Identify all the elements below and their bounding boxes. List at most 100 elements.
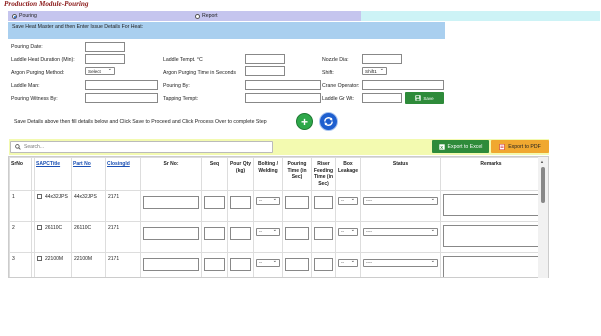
grid-scrollbar[interactable]: ▲ <box>538 157 548 278</box>
cell-srno: 2 <box>9 221 32 253</box>
header-pour-qty: Pour Qty (kg) <box>227 157 254 191</box>
add-row-button[interactable]: + <box>296 113 313 130</box>
seq-input[interactable] <box>204 227 225 240</box>
riser-time-input[interactable] <box>314 227 333 240</box>
header-sr-no: Sr No: <box>140 157 202 191</box>
argon-purging-method-select[interactable]: Select <box>85 66 115 75</box>
table-row: 3 22100M 22100M 2171 -- -- ---- <box>9 252 542 277</box>
argon-purging-time-input[interactable] <box>245 66 285 76</box>
header-pouring-time: Pouring Time (in Sec) <box>282 157 312 191</box>
laddle-tempt-label: Laddle Tempt. °C <box>163 57 203 63</box>
table-row: 1 44x32JPS 44x32JPS 2171 -- -- ---- <box>9 190 542 222</box>
box-leakage-select[interactable]: -- <box>338 196 358 205</box>
export-excel-button[interactable]: X Export to Excel <box>432 140 489 153</box>
cell-partno: 22100M <box>71 252 106 277</box>
remarks-textarea[interactable] <box>443 256 539 277</box>
pouring-witness-by-input[interactable] <box>85 93 158 103</box>
radio-pouring[interactable]: Pouring <box>12 13 37 19</box>
scroll-up-icon[interactable]: ▲ <box>540 159 544 164</box>
export-pdf-label: Export to PDF <box>508 143 541 150</box>
search-placeholder: Search... <box>24 144 45 150</box>
cell-closingid: 2171 <box>105 190 141 222</box>
shift-label: Shift: <box>322 70 334 76</box>
status-select[interactable]: ---- <box>363 196 438 205</box>
cell-sapctitle: 22100M <box>45 256 64 262</box>
pour-qty-input[interactable] <box>230 196 251 209</box>
row-checkbox[interactable] <box>37 225 42 231</box>
search-input[interactable]: Search... <box>10 141 273 153</box>
bolting-select[interactable]: -- <box>256 227 280 236</box>
laddle-gr-wt-input[interactable] <box>362 93 402 103</box>
plus-icon: + <box>300 114 308 129</box>
sr-no-input[interactable] <box>143 196 199 209</box>
status-select[interactable]: ---- <box>363 258 438 267</box>
export-pdf-button[interactable]: Export to PDF <box>491 140 549 153</box>
info-text: Save Heat Master and then Enter Issue De… <box>12 24 144 30</box>
laddle-heat-duration-input[interactable] <box>85 54 125 64</box>
table-header-row: SrNo SAPCTitle Part No ClosingId Sr No: … <box>9 157 542 191</box>
remarks-textarea[interactable] <box>443 225 539 247</box>
laddle-gr-wt-label: Laddle Gr Wt: <box>322 96 355 102</box>
scrollbar-thumb[interactable] <box>541 167 545 203</box>
laddle-man-input[interactable] <box>85 80 158 90</box>
riser-time-input[interactable] <box>314 258 333 271</box>
header-sapctitle[interactable]: SAPCTitle <box>34 157 72 191</box>
sr-no-input[interactable] <box>143 227 199 240</box>
remarks-textarea[interactable] <box>443 194 539 216</box>
nozzle-dia-input[interactable] <box>362 54 402 64</box>
pouring-time-input[interactable] <box>285 258 309 271</box>
refresh-icon <box>324 117 333 126</box>
pour-qty-input[interactable] <box>230 258 251 271</box>
table-row: 2 26110C 26110C 2171 -- -- ---- <box>9 221 542 253</box>
pouring-by-input[interactable] <box>245 80 321 90</box>
mode-bar: Pouring Report <box>8 11 600 21</box>
header-status: Status <box>360 157 441 191</box>
header-bolting: Bolting / Welding <box>253 157 283 191</box>
radio-report-label: Report <box>202 13 218 19</box>
box-leakage-select[interactable]: -- <box>338 227 358 236</box>
cell-partno: 26110C <box>71 221 106 253</box>
box-leakage-select[interactable]: -- <box>338 258 358 267</box>
riser-time-input[interactable] <box>314 196 333 209</box>
production-table: SrNo SAPCTitle Part No ClosingId Sr No: … <box>9 157 542 277</box>
cell-sapctitle: 44x32JPS <box>45 194 68 200</box>
pdf-icon <box>499 143 505 150</box>
svg-text:X: X <box>440 144 443 149</box>
pouring-time-input[interactable] <box>285 227 309 240</box>
seq-input[interactable] <box>204 196 225 209</box>
cell-srno: 1 <box>9 190 32 222</box>
save-button-label: Save <box>423 95 434 101</box>
pouring-date-label: Pouring Date: <box>11 44 43 50</box>
sr-no-input[interactable] <box>143 258 199 271</box>
header-partno[interactable]: Part No <box>71 157 106 191</box>
row-checkbox[interactable] <box>37 256 42 262</box>
excel-icon: X <box>438 143 445 149</box>
header-closingid[interactable]: ClosingId <box>105 157 141 191</box>
export-excel-label: Export to Excel <box>447 143 483 150</box>
bolting-select[interactable]: -- <box>256 258 280 267</box>
header-riser-time: Riser Feeding Time (in Sec) <box>311 157 336 191</box>
header-remarks: Remarks <box>440 157 542 191</box>
process-over-button[interactable] <box>319 112 338 131</box>
row-checkbox[interactable] <box>37 194 42 200</box>
crane-operator-input[interactable] <box>362 80 444 90</box>
radio-report[interactable]: Report <box>195 13 218 19</box>
tapping-tempt-label: Tapping Tempt: <box>163 96 199 102</box>
crane-operator-label: Crane Operator: <box>322 83 360 89</box>
shift-select[interactable]: Shift1 <box>362 66 387 75</box>
seq-input[interactable] <box>204 258 225 271</box>
radio-dot-icon <box>12 13 17 19</box>
bolting-select[interactable]: -- <box>256 196 280 205</box>
tapping-tempt-input[interactable] <box>245 93 321 103</box>
status-select[interactable]: ---- <box>363 227 438 236</box>
pouring-by-label: Pouring By: <box>163 83 190 89</box>
laddle-tempt-input[interactable] <box>245 54 285 64</box>
pouring-date-input[interactable] <box>85 42 125 52</box>
cell-sapctitle: 26110C <box>45 225 63 231</box>
pour-qty-input[interactable] <box>230 227 251 240</box>
header-box-leakage: Box Leakage <box>335 157 361 191</box>
argon-purging-method-label: Argon Purging Method: <box>11 70 65 76</box>
pouring-time-input[interactable] <box>285 196 309 209</box>
header-srno: SrNo <box>9 157 32 191</box>
save-button[interactable]: Save <box>405 92 444 104</box>
